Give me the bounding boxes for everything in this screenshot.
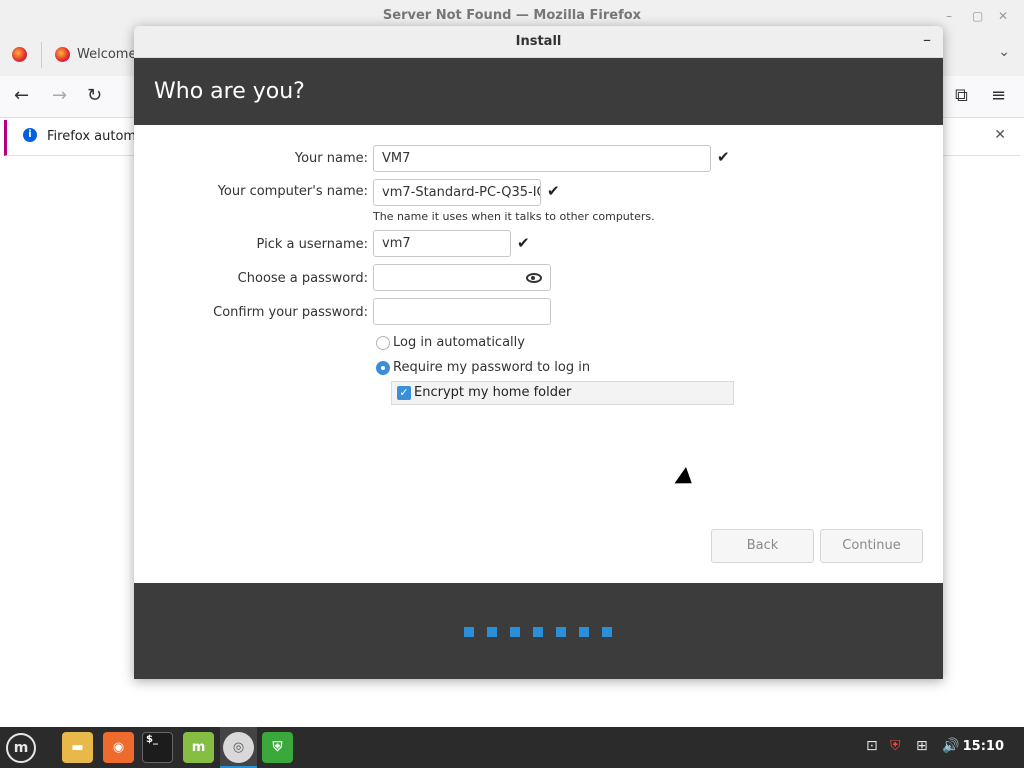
shield-icon[interactable]: ⛨ <box>262 732 293 763</box>
forward-arrow-icon[interactable]: → <box>52 85 67 106</box>
confirm-password-label: Confirm your password: <box>213 305 368 320</box>
your-name-label: Your name: <box>294 151 368 166</box>
installer-footer <box>134 583 943 679</box>
firefox-view-icon[interactable] <box>12 47 27 62</box>
maximize-icon[interactable]: ▢ <box>972 9 983 23</box>
update-icon[interactable]: ⊡ <box>866 738 878 754</box>
login-auto-radio[interactable] <box>376 336 390 350</box>
progress-step-dot <box>487 627 497 637</box>
taskbar: m ▬ ◉ $_ m ◎ ⛨ ⊡ ⛨ ⊞ 🔊 15:10 <box>0 727 1024 768</box>
your-name-valid-check-icon: ✔ <box>717 148 730 166</box>
your-name-input[interactable]: VM7 <box>373 145 711 172</box>
minimize-icon[interactable]: – <box>946 9 952 23</box>
require-password-label[interactable]: Require my password to log in <box>393 360 590 375</box>
computer-name-label: Your computer's name: <box>217 184 368 199</box>
password-label: Choose a password: <box>237 271 368 286</box>
tab-list-chevron-icon[interactable]: ⌄ <box>998 44 1010 60</box>
close-icon[interactable]: ✕ <box>998 9 1008 23</box>
username-label: Pick a username: <box>256 237 368 252</box>
notice-text: Firefox automa <box>47 129 145 144</box>
progress-step-dot <box>579 627 589 637</box>
mintinstall-icon[interactable]: m <box>183 732 214 763</box>
password-input[interactable] <box>373 264 551 291</box>
installer-titlebar: Install – <box>134 26 943 58</box>
minimize-icon[interactable]: – <box>923 30 931 49</box>
installer-title: Install <box>515 34 562 49</box>
confirm-password-input[interactable] <box>373 298 551 325</box>
installer-dialog: Install – Who are you? Your name: VM7 ✔ … <box>134 26 943 679</box>
network-icon[interactable]: ⊞ <box>916 738 928 754</box>
reload-icon[interactable]: ↻ <box>87 85 102 106</box>
menu-icon[interactable]: ≡ <box>991 85 1006 106</box>
show-password-eye-icon[interactable] <box>526 273 542 283</box>
firefox-window-title: Server Not Found — Mozilla Firefox <box>382 8 642 23</box>
back-arrow-icon[interactable]: ← <box>14 85 29 106</box>
progress-step-dot <box>510 627 520 637</box>
computer-name-valid-check-icon: ✔ <box>547 182 560 200</box>
tab-separator <box>41 42 42 68</box>
firefox-icon[interactable]: ◉ <box>103 732 134 763</box>
installer-form: Your name: VM7 ✔ Your computer's name: v… <box>134 125 943 583</box>
computer-name-input[interactable]: vm7-Standard-PC-Q35-IC <box>373 179 541 206</box>
require-password-radio[interactable] <box>376 361 390 375</box>
notice-close-icon[interactable]: ✕ <box>994 127 1006 143</box>
continue-button[interactable]: Continue <box>820 529 923 563</box>
username-input[interactable]: vm7 <box>373 230 511 257</box>
tab-welcome[interactable]: Welcome <box>77 47 136 62</box>
mint-menu-icon[interactable]: m <box>6 733 36 763</box>
page-title: Who are you? <box>134 58 943 125</box>
encrypt-home-label[interactable]: Encrypt my home folder <box>414 385 571 400</box>
clock[interactable]: 15:10 <box>963 739 1004 754</box>
firefox-tab-icon <box>55 47 70 62</box>
progress-step-dot <box>602 627 612 637</box>
computer-name-hint: The name it uses when it talks to other … <box>373 210 655 223</box>
volume-icon[interactable]: 🔊 <box>942 738 959 754</box>
files-icon[interactable]: ▬ <box>62 732 93 763</box>
username-valid-check-icon: ✔ <box>517 234 530 252</box>
progress-step-dot <box>533 627 543 637</box>
back-button[interactable]: Back <box>711 529 814 563</box>
extensions-icon[interactable]: ⧉ <box>955 85 968 106</box>
progress-step-dot <box>464 627 474 637</box>
encrypt-home-row[interactable]: ✓ Encrypt my home folder <box>391 381 734 405</box>
security-shield-icon[interactable]: ⛨ <box>890 738 901 754</box>
disc-icon[interactable]: ◎ <box>223 732 254 763</box>
login-auto-label[interactable]: Log in automatically <box>393 335 525 350</box>
terminal-icon[interactable]: $_ <box>142 732 173 763</box>
info-icon: i <box>23 128 37 142</box>
encrypt-home-checkbox[interactable]: ✓ <box>397 386 411 400</box>
progress-step-dot <box>556 627 566 637</box>
